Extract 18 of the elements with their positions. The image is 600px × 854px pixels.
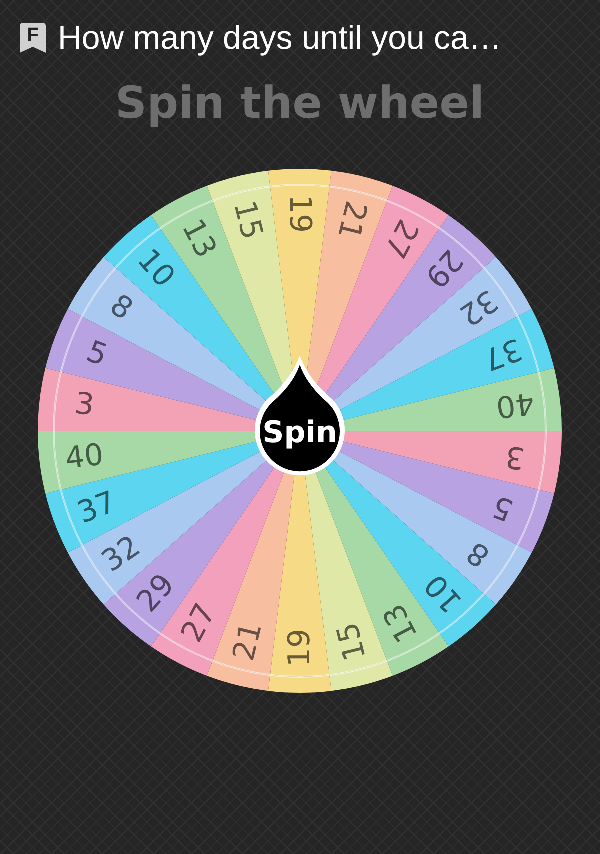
page-title: How many days until you ca… bbox=[58, 19, 502, 57]
segment-label: 19 bbox=[282, 194, 318, 234]
segment-label: 3 bbox=[73, 386, 96, 424]
heading: Spin the wheel bbox=[114, 78, 486, 129]
segment-label: 37 bbox=[73, 484, 122, 532]
segment-label: 21 bbox=[330, 198, 374, 244]
segment-label: 19 bbox=[282, 628, 318, 668]
segment-label: 15 bbox=[330, 618, 374, 664]
segment-label: 37 bbox=[478, 330, 527, 378]
segment-label: 21 bbox=[226, 618, 270, 664]
segment-label: 40 bbox=[64, 437, 106, 477]
segment-label: 3 bbox=[504, 438, 527, 476]
segment-label: 15 bbox=[226, 198, 270, 244]
bookmark-icon: F bbox=[20, 23, 46, 53]
segment-label: 5 bbox=[488, 488, 518, 528]
spin-button[interactable]: Spin bbox=[255, 356, 345, 476]
segment-label: 5 bbox=[82, 334, 112, 374]
segment-label: 40 bbox=[494, 385, 536, 425]
